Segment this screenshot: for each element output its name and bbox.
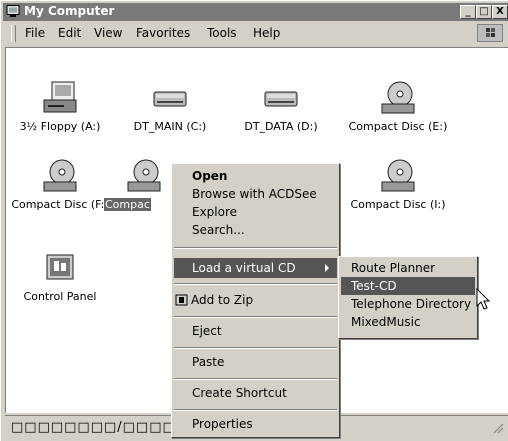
cd-drive-icon	[381, 81, 415, 114]
drive-label: Control Panel	[23, 290, 97, 303]
menu-view[interactable]: View	[94, 26, 122, 40]
menu-separator	[174, 378, 337, 380]
zip-icon	[175, 294, 188, 306]
menu-separator	[174, 409, 337, 411]
window-title: My Computer	[24, 4, 115, 18]
menu-item-add-to-zip[interactable]: Add to Zip	[191, 293, 253, 307]
drive-label: DT_DATA (D:)	[244, 120, 318, 133]
drive-dt-main-c[interactable]: DT_MAIN (C:)	[115, 80, 225, 133]
title-bar[interactable]: My Computer _ □ X	[3, 3, 508, 21]
submenu-item-mixedmusic[interactable]: MixedMusic	[351, 315, 421, 329]
maximize-button[interactable]: □	[476, 5, 492, 19]
menu-item-paste[interactable]: Paste	[192, 355, 224, 369]
menu-help[interactable]: Help	[253, 26, 280, 40]
menu-item-create-shortcut[interactable]: Create Shortcut	[192, 386, 287, 400]
minimize-button[interactable]: _	[460, 5, 476, 19]
cd-drive-icon	[127, 159, 161, 192]
hard-drive-icon	[264, 91, 298, 107]
resize-grip-icon[interactable]	[492, 422, 504, 434]
drive-compact-disc-e[interactable]: Compact Disc (E:)	[343, 80, 453, 133]
drive-compact-disc-f[interactable]: Compact Disc (F:)	[5, 158, 115, 211]
submenu-arrow-icon	[325, 264, 329, 272]
menu-grip[interactable]	[11, 25, 16, 42]
control-panel[interactable]: Control Panel	[5, 250, 115, 303]
my-computer-icon	[6, 5, 20, 17]
menu-separator	[174, 347, 337, 349]
mouse-cursor-icon	[476, 288, 491, 310]
menu-item-load-virtual-cd[interactable]: Load a virtual CD	[192, 261, 296, 275]
drive-label: Compact Disc (E:)	[348, 120, 448, 133]
menu-separator	[174, 247, 337, 249]
drive-label: Compact Disc (F:)	[11, 198, 109, 211]
drive-label-selected: Compac	[104, 198, 151, 211]
drive-label: Compact Disc (I:)	[350, 198, 446, 211]
menu-item-eject[interactable]: Eject	[192, 324, 222, 338]
drive-compact-disc-i[interactable]: Compact Disc (I:)	[343, 158, 453, 211]
close-button[interactable]: X	[492, 5, 508, 19]
menu-edit[interactable]: Edit	[58, 26, 81, 40]
floppy-drive-icon	[43, 81, 77, 113]
drive-compact-disc-selected[interactable]: Compac	[104, 158, 176, 211]
menu-item-explore[interactable]: Explore	[192, 205, 237, 219]
status-text: □□□□□□□□/□□□□	[11, 420, 176, 435]
menu-item-browse-acdsee[interactable]: Browse with ACDSee	[192, 187, 317, 201]
submenu-item-telephone-directory[interactable]: Telephone Directory	[351, 297, 471, 311]
context-menu: Open Browse with ACDSee Explore Search..…	[171, 163, 340, 438]
menu-favorites[interactable]: Favorites	[136, 26, 190, 40]
menu-item-open[interactable]: Open	[192, 169, 227, 183]
cd-drive-icon	[381, 159, 415, 192]
virtual-cd-submenu: Route Planner Test-CD Telephone Director…	[338, 256, 478, 339]
cd-drive-icon	[43, 159, 77, 192]
menu-item-search[interactable]: Search...	[192, 223, 245, 237]
drive-label: 3½ Floppy (A:)	[19, 120, 101, 133]
menu-bar: File Edit View Favorites Tools Help	[3, 22, 508, 44]
menu-item-properties[interactable]: Properties	[192, 417, 253, 431]
submenu-item-route-planner[interactable]: Route Planner	[351, 261, 435, 275]
drive-label: DT_MAIN (C:)	[133, 120, 207, 133]
menu-separator	[174, 283, 337, 285]
menu-separator	[174, 316, 337, 318]
windows-logo-icon	[477, 24, 503, 42]
hard-drive-icon	[153, 91, 187, 107]
menu-tools[interactable]: Tools	[207, 26, 237, 40]
menu-file[interactable]: File	[25, 26, 45, 40]
drive-dt-data-d[interactable]: DT_DATA (D:)	[226, 80, 336, 133]
control-panel-icon	[46, 254, 74, 280]
drive-floppy-a[interactable]: 3½ Floppy (A:)	[5, 80, 115, 133]
submenu-item-test-cd[interactable]: Test-CD	[351, 279, 397, 293]
